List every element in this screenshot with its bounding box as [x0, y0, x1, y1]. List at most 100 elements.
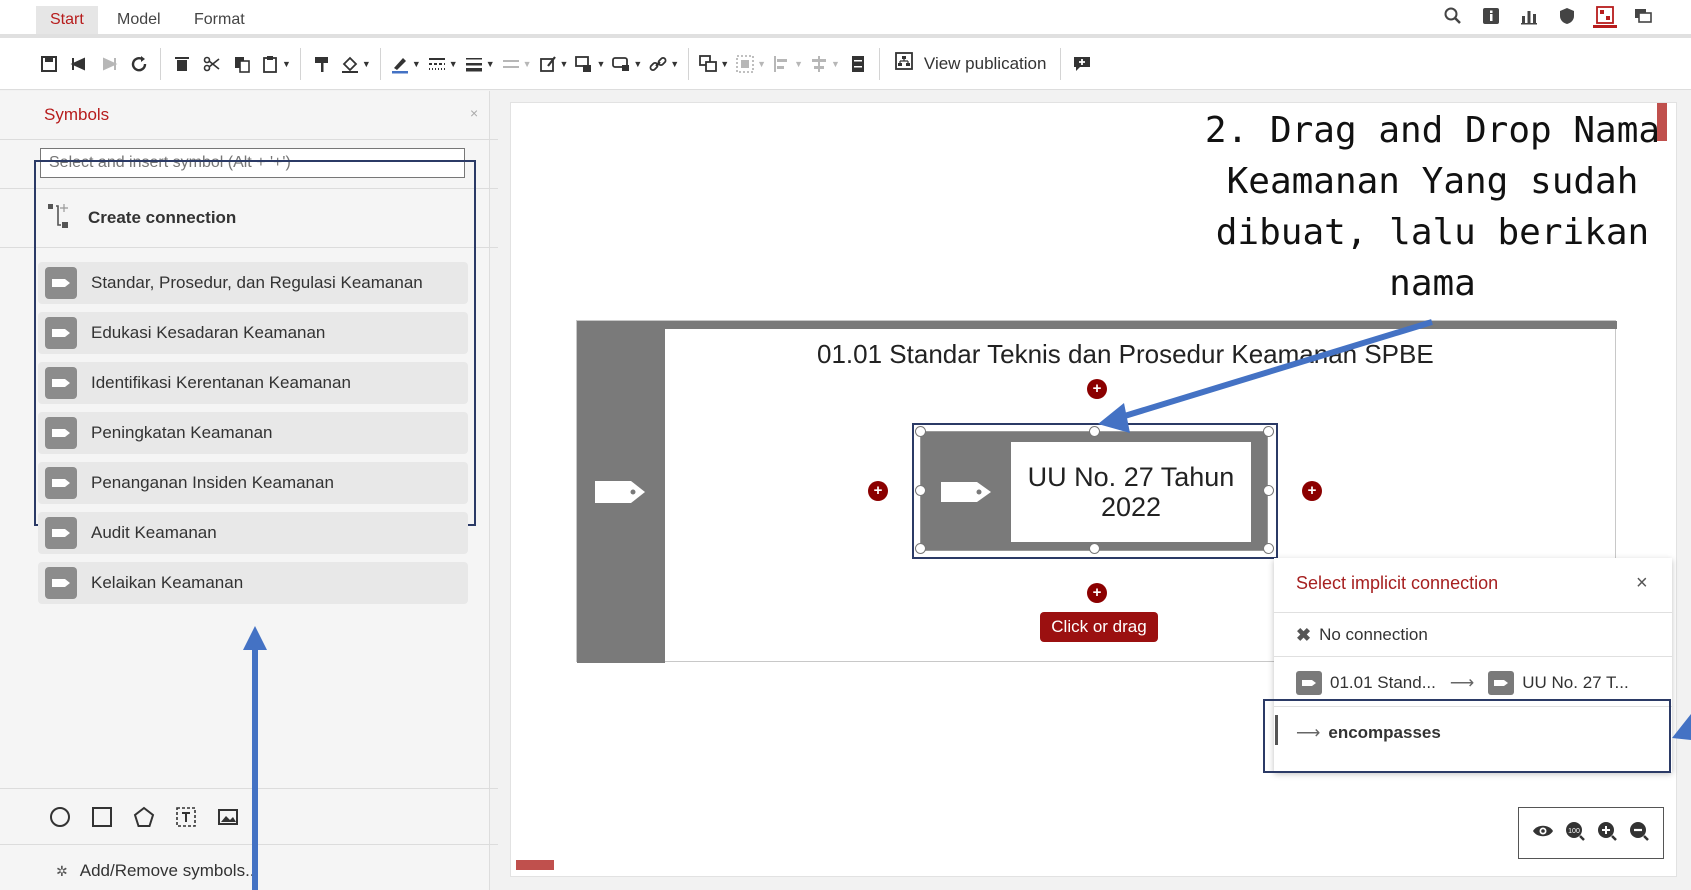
tag-symbol-icon	[939, 480, 993, 509]
bar-chart-icon[interactable]	[1517, 4, 1541, 28]
resize-handle[interactable]	[915, 543, 926, 554]
tag-symbol-icon	[45, 467, 77, 499]
group-icon[interactable]: ▼	[732, 48, 769, 80]
add-comment-icon[interactable]	[1067, 48, 1097, 80]
line-weight-icon[interactable]: ▼	[461, 48, 498, 80]
zoom-out-icon[interactable]	[1628, 820, 1650, 847]
symbol-item[interactable]: Penanganan Insiden Keamanan	[38, 462, 468, 504]
search-icon[interactable]	[1441, 4, 1465, 28]
zoom-100-text: 100	[1568, 828, 1580, 835]
symbol-item-label: Edukasi Kesadaran Keamanan	[91, 323, 326, 342]
square-icon[interactable]	[90, 805, 114, 834]
symbol-label[interactable]: UU No. 27 Tahun 2022	[1011, 442, 1251, 542]
undo-icon[interactable]	[64, 48, 94, 80]
redo-icon[interactable]	[94, 48, 124, 80]
symbol-item[interactable]: Audit Keamanan	[38, 512, 468, 554]
connection-target: UU No. 27 T...	[1522, 673, 1629, 692]
symbol-item[interactable]: Edukasi Kesadaran Keamanan	[38, 312, 468, 354]
cabinet-icon[interactable]	[843, 48, 873, 80]
arrow-style-icon[interactable]: ▼	[498, 48, 535, 80]
cut-icon[interactable]	[197, 48, 227, 80]
format-painter-icon[interactable]	[307, 48, 337, 80]
arrange-icon[interactable]: ▼	[695, 48, 732, 80]
symbol-item[interactable]: Peningkatan Keamanan	[38, 412, 468, 454]
resize-handle[interactable]	[915, 426, 926, 437]
symbol-item-label: Kelaikan Keamanan	[91, 573, 244, 592]
selection-indicator	[1275, 715, 1278, 745]
pentagon-icon[interactable]	[132, 805, 156, 834]
panel-close-button[interactable]: ×	[470, 105, 478, 121]
container-side-bar	[577, 321, 665, 663]
model-symbol-icon[interactable]	[1593, 4, 1617, 28]
align-icon[interactable]: ▼	[769, 48, 806, 80]
save-icon[interactable]	[34, 48, 64, 80]
zoom-in-icon[interactable]	[1596, 820, 1618, 847]
click-or-drag-button[interactable]: Click or drag	[1040, 612, 1158, 642]
connection-source: 01.01 Stand...	[1330, 673, 1436, 692]
shape-outline-icon[interactable]: ▼	[608, 48, 645, 80]
tag-symbol-icon	[1488, 671, 1515, 695]
tab-model[interactable]: Model	[103, 6, 175, 34]
tag-symbol-icon	[1296, 671, 1322, 695]
zoom-100-icon[interactable]: 100	[1564, 820, 1586, 847]
add-symbol-top-button[interactable]: +	[1087, 379, 1107, 399]
refresh-icon[interactable]	[124, 48, 154, 80]
tag-symbol-icon	[593, 479, 647, 510]
toolbar-separator	[160, 47, 161, 80]
add-remove-label: Add/Remove symbols...	[79, 861, 260, 880]
link-icon[interactable]: ▼	[645, 48, 682, 80]
selected-symbol[interactable]: UU No. 27 Tahun 2022	[920, 431, 1268, 551]
resize-handle[interactable]	[1089, 426, 1100, 437]
popup-divider	[1274, 612, 1672, 613]
add-remove-symbols-button[interactable]: ✲ Add/Remove symbols...	[56, 861, 259, 881]
add-symbol-bottom-button[interactable]: +	[1087, 583, 1107, 603]
shield-icon[interactable]	[1555, 4, 1579, 28]
resize-handle[interactable]	[1089, 543, 1100, 554]
resize-handle[interactable]	[915, 485, 926, 496]
chat-icon[interactable]	[1631, 4, 1655, 28]
paste-icon[interactable]: ▼	[257, 48, 294, 80]
tab-format[interactable]: Format	[180, 6, 259, 34]
distribute-icon[interactable]: ▼	[806, 48, 843, 80]
resize-handle[interactable]	[1263, 485, 1274, 496]
popup-close-button[interactable]: ×	[1636, 572, 1648, 595]
delete-icon[interactable]	[167, 48, 197, 80]
tag-symbol-icon	[45, 267, 77, 299]
text-box-icon[interactable]	[174, 805, 198, 834]
symbol-item[interactable]: Standar, Prosedur, dan Regulasi Keamanan	[38, 262, 468, 304]
circle-icon[interactable]	[48, 805, 72, 834]
gear-icon: ✲	[56, 862, 68, 879]
symbol-item-label: Standar, Prosedur, dan Regulasi Keamanan	[91, 273, 423, 292]
fill-color-icon[interactable]: ▼	[337, 48, 374, 80]
toolbar-separator	[299, 47, 301, 80]
symbol-item[interactable]: Identifikasi Kerentanan Keamanan	[38, 362, 468, 404]
top-icon-group	[1441, 4, 1655, 28]
tag-symbol-icon	[45, 367, 77, 399]
resize-handle[interactable]	[1263, 543, 1274, 554]
copy-icon[interactable]	[227, 48, 257, 80]
container-top-bar	[577, 321, 1617, 329]
tag-symbol-icon	[45, 417, 77, 449]
menu-bar: Start Model Format	[0, 0, 1691, 36]
image-icon[interactable]	[216, 805, 240, 834]
resize-handle[interactable]	[1263, 426, 1274, 437]
panel-title: Symbols	[44, 105, 110, 124]
shape-style-icon[interactable]: ▼	[571, 48, 608, 80]
panel-divider	[0, 788, 498, 789]
symbol-item[interactable]: Kelaikan Keamanan	[38, 562, 468, 604]
line-style-icon[interactable]: ▼	[424, 48, 461, 80]
info-icon[interactable]	[1479, 4, 1503, 28]
view-publication-button[interactable]: View publication	[886, 51, 1055, 76]
tab-start[interactable]: Start	[36, 6, 98, 34]
edit-shape-icon[interactable]: ▼	[535, 48, 572, 80]
horizontal-scroll-marker[interactable]	[516, 860, 554, 870]
add-symbol-right-button[interactable]: +	[1302, 481, 1322, 501]
eye-icon[interactable]	[1532, 820, 1554, 847]
arrow-right-icon: ⟶	[1449, 673, 1475, 692]
popup-divider	[1274, 656, 1672, 657]
encompasses-highlight	[1263, 699, 1671, 773]
no-connection-option[interactable]: ✖ No connection	[1296, 620, 1428, 650]
add-symbol-left-button[interactable]: +	[868, 481, 888, 501]
zoom-controls: 100	[1518, 807, 1664, 859]
line-color-icon[interactable]: ▼	[387, 48, 424, 80]
